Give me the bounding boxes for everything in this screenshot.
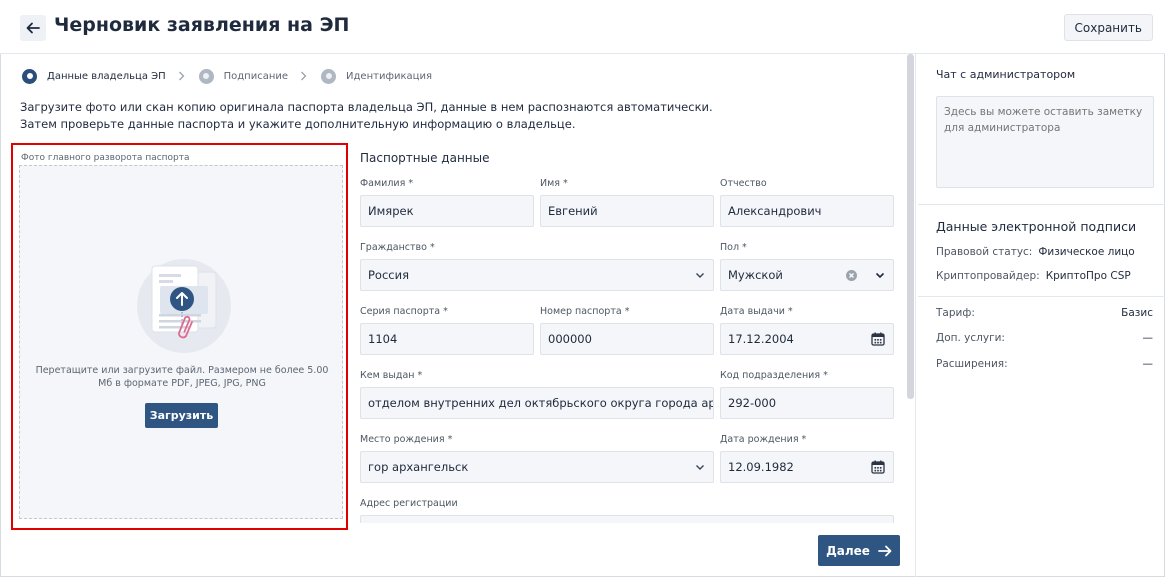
step-active-icon: [22, 68, 37, 84]
legal-status-label: Правовой статус:: [936, 246, 1033, 258]
header: Черновик заявления на ЭП Сохранить: [0, 0, 1165, 54]
citizenship-label: Гражданство *: [360, 242, 435, 253]
admin-note-input[interactable]: [936, 96, 1154, 188]
upload-caption: Фото главного разворота паспорта: [21, 153, 190, 163]
name-label: Имя *: [540, 178, 568, 189]
next-button[interactable]: Далее: [818, 535, 900, 566]
surname-input[interactable]: Имярек: [360, 195, 534, 227]
gender-label: Пол *: [720, 242, 747, 253]
citizenship-select[interactable]: Россия: [360, 259, 714, 291]
department-code-input[interactable]: 292-000: [720, 387, 894, 419]
clear-icon[interactable]: [846, 260, 857, 290]
issued-by-input[interactable]: отделом внутренних дел октябрьского окру…: [360, 387, 714, 419]
field-value: 17.12.2004: [728, 332, 794, 346]
crypto-provider-row: Криптопровайдер: КриптоПро CSP: [936, 270, 1131, 282]
step-signing[interactable]: Подписание: [198, 68, 289, 84]
chevron-down-icon: [875, 260, 885, 290]
patronymic-input[interactable]: Александрович: [720, 195, 894, 227]
field-value: 1104: [368, 332, 398, 346]
chevron-down-icon: [695, 452, 705, 482]
passport-dropzone[interactable]: Перетащите или загрузите файл. Размером …: [19, 165, 343, 519]
arrow-left-icon: [26, 22, 40, 34]
chevron-right-icon: [300, 71, 307, 81]
step-identification[interactable]: Идентификация: [321, 68, 432, 84]
extensions-value: —: [1142, 358, 1154, 370]
issued-by-label: Кем выдан *: [360, 370, 423, 381]
department-code-label: Код подразделения *: [720, 370, 828, 381]
calendar-icon[interactable]: [871, 452, 885, 482]
crypto-provider-value: КриптоПро CSP: [1045, 270, 1131, 282]
birth-date-label: Дата рождения *: [720, 434, 807, 445]
passport-section-title: Паспортные данные: [360, 151, 490, 165]
services-label: Доп. услуги:: [936, 332, 1005, 344]
name-input[interactable]: Евгений: [540, 195, 714, 227]
passport-series-label: Серия паспорта *: [360, 306, 448, 317]
next-button-label: Далее: [826, 543, 870, 558]
chat-title: Чат с администратором: [936, 68, 1076, 81]
passport-number-input[interactable]: 000000: [540, 323, 714, 355]
issue-date-label: Дата выдачи *: [720, 306, 793, 317]
field-value: Мужской: [728, 268, 783, 282]
panel-divider: [915, 54, 916, 577]
field-value: Александрович: [728, 204, 822, 218]
legal-status-row: Правовой статус: Физическое лицо: [936, 246, 1135, 258]
field-value: 12.09.1982: [728, 460, 794, 474]
birth-date-input[interactable]: 12.09.1982: [720, 451, 894, 483]
passport-series-input[interactable]: 1104: [360, 323, 534, 355]
field-value: 292-000: [728, 396, 777, 410]
step-label: Подписание: [223, 70, 289, 82]
registration-address-label: Адрес регистрации: [360, 498, 458, 509]
patronymic-label: Отчество: [720, 178, 767, 189]
field-value: отделом внутренних дел октябрьского окру…: [368, 396, 713, 410]
intro-line: Затем проверьте данные паспорта и укажит…: [20, 117, 576, 131]
step-owner-data[interactable]: Данные владельца ЭП: [22, 68, 166, 84]
birth-place-label: Место рождения *: [360, 434, 453, 445]
field-value: Имярек: [368, 204, 414, 218]
intro-text: Загрузите фото или скан копию оригинала …: [20, 99, 900, 133]
tariff-value: Базис: [1121, 307, 1153, 319]
stepper: Данные владельца ЭП Подписание Идентифик…: [22, 68, 432, 84]
surname-label: Фамилия *: [360, 178, 414, 189]
step-inactive-icon: [321, 68, 337, 84]
document-upload-illustration: [137, 259, 231, 353]
registration-address-input[interactable]: [360, 515, 894, 523]
upload-hint: Перетащите или загрузите файл. Размером …: [35, 365, 329, 389]
issue-date-input[interactable]: 17.12.2004: [720, 323, 894, 355]
divider: [918, 296, 1165, 297]
form-scrollbar[interactable]: [907, 54, 914, 399]
intro-line: Загрузите фото или скан копию оригинала …: [20, 100, 713, 114]
chevron-down-icon: [695, 260, 705, 290]
birth-place-select[interactable]: гор архангельск: [360, 451, 714, 483]
legal-status-value: Физическое лицо: [1038, 246, 1135, 258]
field-value: гор архангельск: [368, 460, 469, 474]
page-title: Черновик заявления на ЭП: [54, 14, 350, 36]
gender-select[interactable]: Мужской: [720, 259, 894, 291]
back-button[interactable]: [20, 15, 46, 41]
signature-title: Данные электронной подписи: [936, 219, 1137, 234]
tariff-label: Тариф:: [936, 307, 975, 319]
field-value: Евгений: [548, 204, 598, 218]
step-label: Идентификация: [346, 70, 432, 82]
passport-number-label: Номер паспорта *: [540, 306, 630, 317]
chevron-right-icon: [178, 71, 185, 81]
extensions-label: Расширения:: [936, 358, 1008, 370]
calendar-icon[interactable]: [871, 324, 885, 354]
field-value: Россия: [368, 268, 410, 282]
save-button[interactable]: Сохранить: [1063, 14, 1153, 41]
upload-button[interactable]: Загрузить: [145, 403, 218, 428]
field-value: 000000: [548, 332, 592, 346]
step-inactive-icon: [198, 68, 214, 84]
arrow-right-icon: [878, 545, 892, 556]
services-value: —: [1142, 332, 1154, 344]
crypto-provider-label: Криптопровайдер:: [936, 270, 1040, 282]
step-label: Данные владельца ЭП: [47, 70, 166, 82]
divider: [918, 204, 1165, 205]
